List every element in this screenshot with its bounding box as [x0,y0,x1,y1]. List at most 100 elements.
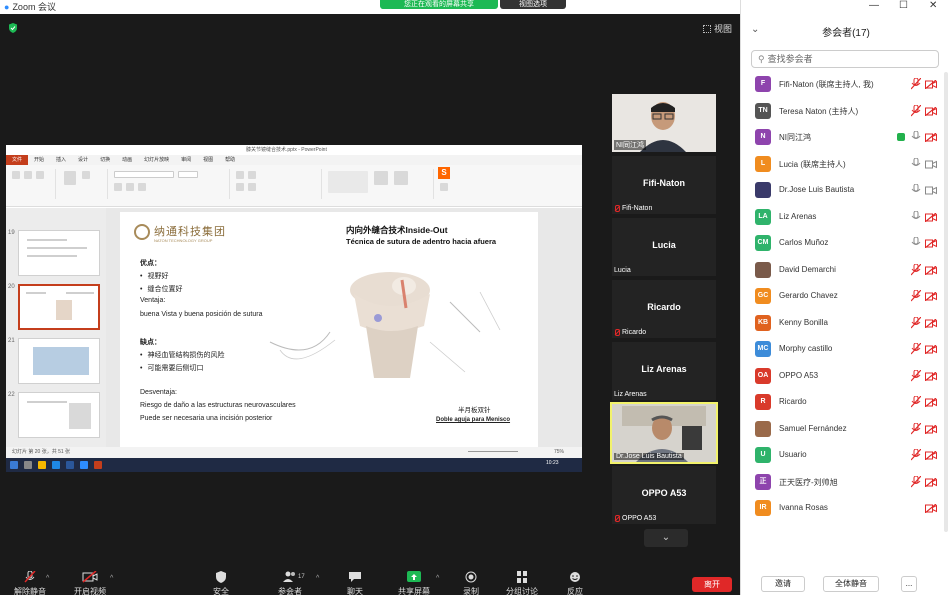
participant-row[interactable]: CM Carlos Muñoz [741,231,941,257]
encryption-shield-icon[interactable] [8,23,18,33]
layout-icon [82,171,90,179]
video-tile-ni[interactable]: NI同江鸿 [612,94,716,152]
video-tile-fifi[interactable]: Fifi-Naton Fifi-Naton [612,156,716,214]
search-taskbar-icon [24,461,32,469]
participant-row[interactable]: TN Teresa Naton (主持人) [741,99,941,125]
mic-icon[interactable] [911,210,921,223]
mic-icon[interactable] [911,184,921,196]
muted-mic-icon[interactable] [911,422,921,435]
mute-all-button[interactable]: 全体静音 [823,576,879,592]
video-tile-liz[interactable]: Liz Arenas Liz Arenas [612,342,716,400]
muted-mic-icon[interactable] [911,104,921,117]
participant-search-input[interactable]: ⚲ 查找参会者 [751,50,939,68]
muted-mic-icon[interactable] [911,316,921,329]
breakout-rooms-button[interactable]: 分组讨论 [500,571,544,595]
participant-row[interactable]: Dr.Jose Luis Bautista [741,178,941,204]
video-off-icon[interactable] [925,80,937,89]
view-options-button[interactable]: 视图选项 [500,0,566,9]
video-off-icon[interactable] [925,106,937,116]
security-button[interactable]: 安全 [206,571,236,595]
invite-button[interactable]: 邀请 [761,576,805,592]
participant-row[interactable]: 正正天医疗-刘帅旭 [741,470,941,496]
avatar: CM [755,235,771,251]
share-options-caret-icon[interactable]: ^ [436,575,439,582]
video-tile-jose[interactable]: Dr.Jose Luis Bautista [610,402,718,464]
video-options-caret-icon[interactable]: ^ [110,575,113,582]
thumb-line [27,255,77,257]
view-button[interactable]: 视图 [703,22,732,35]
video-icon[interactable] [925,160,937,169]
leave-meeting-button[interactable]: 离开 [692,577,732,592]
video-off-icon[interactable] [925,371,937,381]
participants-scrollbar[interactable] [944,72,948,532]
participant-row[interactable]: KB Kenny Bonilla [741,311,941,337]
unmute-button[interactable]: 解除静音 [12,570,48,595]
participant-row[interactable]: Samuel Fernández [741,417,941,443]
participant-row[interactable]: LA Liz Arenas [741,205,941,231]
chat-label: 聊天 [347,587,363,595]
video-tile-oppo[interactable]: OPPO A53 OPPO A53 [612,466,716,524]
mic-icon[interactable] [911,237,921,249]
video-off-icon[interactable] [925,318,937,328]
muted-mic-icon[interactable] [911,475,921,488]
participant-row[interactable]: U Usuario [741,443,941,469]
start-video-button[interactable]: 开启视频 [70,570,110,595]
participant-row[interactable]: N NI同江鸿 [741,125,941,151]
participant-name: Lucia (联席主持人) [779,159,846,169]
maximize-icon[interactable]: ☐ [899,0,908,12]
video-off-icon[interactable] [925,292,937,301]
video-icon[interactable] [925,186,937,195]
participant-row[interactable]: David Demarchi [741,258,941,284]
avatar: 正 [755,473,771,490]
record-button[interactable]: 录制 [456,571,486,595]
video-off-icon[interactable] [925,504,937,513]
tile-display-name: Fifi-Naton [643,178,685,188]
bullets-icon [236,171,244,179]
muted-mic-icon[interactable] [911,343,921,355]
app-title: ● Zoom 会议 [4,2,56,12]
muted-mic-icon[interactable] [911,263,921,276]
participant-name: Teresa Naton (主持人) [779,106,859,116]
muted-mic-icon[interactable] [911,369,921,382]
participant-row[interactable]: L Lucia (联席主持人) [741,152,941,178]
reactions-button[interactable]: 反应 [560,571,590,595]
meeting-area: ● Zoom 会议 您正在观看的屏幕共享 视图选项 视图 膝关节镜缝合技术.ppt… [0,0,740,595]
muted-mic-icon[interactable] [911,78,921,90]
share-screen-button[interactable]: 共享屏幕 [394,571,434,595]
video-off-icon[interactable] [925,133,937,142]
more-options-button[interactable]: ... [901,576,917,592]
audio-options-caret-icon[interactable]: ^ [46,575,49,582]
participant-row[interactable]: R Ricardo [741,390,941,416]
muted-mic-icon[interactable] [911,396,921,408]
video-off-icon[interactable] [925,265,937,275]
participant-name: Ivanna Rosas [779,503,828,512]
video-tile-lucia[interactable]: Lucia Lucia [612,218,716,276]
video-tile-ricardo[interactable]: Ricardo Ricardo [612,280,716,338]
minimize-icon[interactable]: — [869,0,879,12]
video-off-icon[interactable] [925,398,937,407]
video-off-icon[interactable] [925,451,937,460]
emoji-icon [570,572,580,582]
muted-mic-icon[interactable] [911,290,921,302]
participant-row[interactable]: OA OPPO A53 [741,364,941,390]
participant-row[interactable]: MC Morphy castillo [741,337,941,363]
video-off-icon[interactable] [925,212,937,222]
participant-row[interactable]: F Fifi-Naton (联席主持人, 我) [741,72,941,98]
muted-mic-icon[interactable] [911,449,921,461]
share-screen-label: 共享屏幕 [398,587,430,595]
mic-icon[interactable] [911,157,921,170]
video-off-icon[interactable] [925,239,937,248]
chat-button[interactable]: 聊天 [340,571,370,595]
more-tiles-button[interactable]: ⌄ [644,529,688,547]
participant-row[interactable]: IR Ivanna Rosas [741,496,941,522]
participant-row[interactable]: GC Gerardo Chavez [741,284,941,310]
video-off-icon[interactable] [925,345,937,354]
ppt-tab-design: 设计 [78,157,89,163]
video-off-icon[interactable] [925,424,937,434]
mic-icon[interactable] [911,131,921,143]
close-icon[interactable]: ✕ [929,0,937,12]
participant-name: Fifi-Naton (联席主持人, 我) [779,80,874,89]
participants-caret-icon[interactable]: ^ [316,575,319,582]
video-off-icon[interactable] [925,477,937,487]
people-icon [283,571,295,582]
